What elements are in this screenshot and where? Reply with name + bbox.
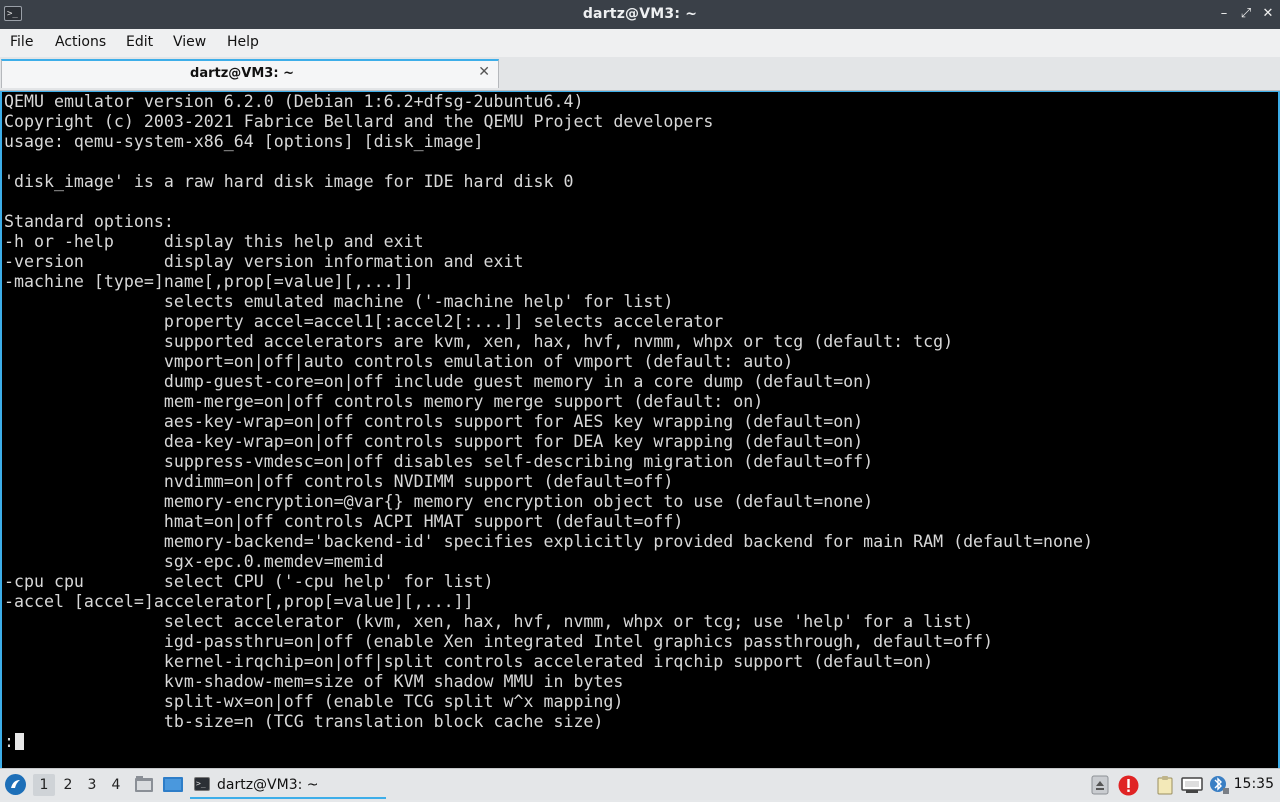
minimize-button[interactable]: –	[1215, 5, 1233, 23]
terminal-line: vmport=on|off|auto controls emulation of…	[4, 352, 794, 371]
terminal-line: dump-guest-core=on|off include guest mem…	[4, 372, 874, 391]
tab-bar: dartz@VM3: ~ ✕	[0, 57, 1280, 91]
terminal-line: -accel [accel=]accelerator[,prop[=value]…	[4, 592, 474, 611]
clock[interactable]: 15:35	[1234, 776, 1274, 792]
show-desktop-icon[interactable]	[162, 776, 183, 793]
terminal-line: hmat=on|off controls ACPI HMAT support (…	[4, 512, 684, 531]
terminal-output[interactable]: QEMU emulator version 6.2.0 (Debian 1:6.…	[0, 91, 1280, 768]
taskbar: 1 2 3 4 >_ dartz@VM3: ~ 15:35	[0, 768, 1280, 800]
terminal-line: sgx-epc.0.memdev=memid	[4, 552, 384, 571]
text-cursor	[15, 733, 24, 750]
maximize-button[interactable]: ⤢	[1237, 5, 1255, 23]
terminal-line: aes-key-wrap=on|off controls support for…	[4, 412, 864, 431]
terminal-line: Standard options:	[4, 212, 174, 231]
start-menu-icon[interactable]	[5, 774, 26, 795]
file-manager-icon[interactable]	[134, 776, 154, 793]
terminal-line: igd-passthru=on|off (enable Xen integrat…	[4, 632, 994, 651]
bluetooth-icon[interactable]	[1208, 775, 1230, 795]
workspace-1[interactable]: 1	[33, 774, 55, 796]
terminal-icon: >_	[194, 777, 210, 791]
window-title: dartz@VM3: ~	[582, 6, 698, 22]
terminal-line: kernel-irqchip=on|off|split controls acc…	[4, 652, 934, 671]
terminal-line: -h or -help display this help and exit	[4, 232, 424, 251]
terminal-line: usage: qemu-system-x86_64 [options] [dis…	[4, 132, 484, 151]
terminal-line: suppress-vmdesc=on|off disables self-des…	[4, 452, 874, 471]
terminal-line: selects emulated machine ('-machine help…	[4, 292, 674, 311]
terminal-line: select accelerator (kvm, xen, hax, hvf, …	[4, 612, 974, 631]
terminal-window: >_ dartz@VM3: ~ – ⤢ ✕ File Actions Edit …	[0, 0, 1280, 768]
tab-close-icon[interactable]: ✕	[478, 64, 490, 80]
terminal-line: 'disk_image' is a raw hard disk image fo…	[4, 172, 574, 191]
terminal-line: mem-merge=on|off controls memory merge s…	[4, 392, 764, 411]
menu-bar: File Actions Edit View Help	[0, 29, 1280, 57]
terminal-line: split-wx=on|off (enable TCG split w^x ma…	[4, 692, 624, 711]
terminal-line: dea-key-wrap=on|off controls support for…	[4, 432, 864, 451]
tab-terminal[interactable]: dartz@VM3: ~ ✕	[1, 59, 499, 88]
menu-view[interactable]: View	[173, 34, 206, 50]
terminal-line: -cpu cpu select CPU ('-cpu help' for lis…	[4, 572, 494, 591]
menu-help[interactable]: Help	[227, 34, 259, 50]
prompt-char: :	[4, 732, 14, 751]
terminal-line: Copyright (c) 2003-2021 Fabrice Bellard …	[4, 112, 714, 131]
menu-edit[interactable]: Edit	[126, 34, 153, 50]
close-button[interactable]: ✕	[1259, 5, 1277, 23]
terminal-line: -version display version information and…	[4, 252, 524, 271]
terminal-line: property accel=accel1[:accel2[:...]] sel…	[4, 312, 724, 331]
terminal-line: QEMU emulator version 6.2.0 (Debian 1:6.…	[4, 92, 584, 111]
taskbar-task-terminal[interactable]: >_ dartz@VM3: ~	[190, 771, 386, 799]
terminal-line: tb-size=n (TCG translation block cache s…	[4, 712, 604, 731]
workspace-3[interactable]: 3	[81, 774, 103, 796]
workspace-4[interactable]: 4	[105, 774, 127, 796]
menu-actions[interactable]: Actions	[55, 34, 106, 50]
tab-label: dartz@VM3: ~	[190, 66, 294, 81]
title-bar[interactable]: >_ dartz@VM3: ~ – ⤢ ✕	[0, 0, 1280, 29]
terminal-line: supported accelerators are kvm, xen, hax…	[4, 332, 954, 351]
task-label: dartz@VM3: ~	[217, 777, 319, 793]
pager-prompt[interactable]: :	[4, 732, 24, 752]
terminal-line: memory-backend='backend-id' specifies ex…	[4, 532, 1093, 551]
terminal-line: memory-encryption=@var{} memory encrypti…	[4, 492, 874, 511]
workspace-2[interactable]: 2	[57, 774, 79, 796]
terminal-text: QEMU emulator version 6.2.0 (Debian 1:6.…	[4, 92, 1093, 732]
network-icon[interactable]	[1181, 775, 1203, 795]
terminal-line: kvm-shadow-mem=size of KVM shadow MMU in…	[4, 672, 624, 691]
terminal-line: -machine [type=]name[,prop[=value][,...]…	[4, 272, 414, 291]
update-alert-icon[interactable]	[1118, 775, 1139, 796]
clipboard-icon[interactable]	[1156, 775, 1174, 795]
eject-icon[interactable]	[1091, 775, 1109, 795]
menu-file[interactable]: File	[10, 34, 33, 50]
terminal-line: nvdimm=on|off controls NVDIMM support (d…	[4, 472, 674, 491]
